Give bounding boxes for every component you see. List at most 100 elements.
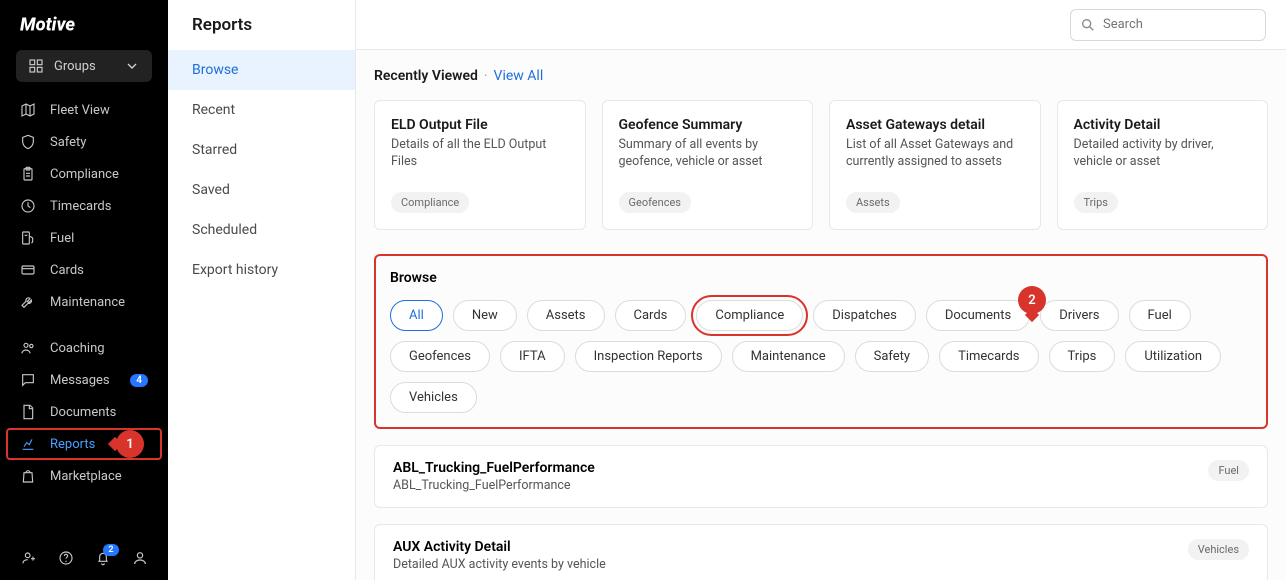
main: Reports Recently Viewed · View All ELD O… (356, 0, 1286, 580)
sidebar-item-coaching[interactable]: Coaching (0, 332, 168, 364)
sidebar-item-label: Messages (50, 373, 110, 388)
badge: 4 (130, 374, 148, 387)
filter-chip-compliance[interactable]: Compliance (696, 300, 803, 331)
notifications-icon[interactable]: 2 (95, 550, 111, 566)
filter-chip-drivers[interactable]: Drivers (1040, 300, 1118, 331)
sidebar-item-label: Fleet View (50, 103, 110, 118)
search-input[interactable] (1070, 9, 1266, 41)
sidebar-item-label: Cards (50, 263, 84, 278)
nav: Fleet View Safety Compliance Timecards Fuel C… (0, 94, 168, 536)
subnav-item-browse[interactable]: Browse (168, 50, 355, 90)
filter-chip-inspection-reports[interactable]: Inspection Reports (575, 341, 722, 372)
view-all-link[interactable]: View All (494, 68, 544, 84)
users-icon (20, 340, 36, 356)
card-icon (20, 262, 36, 278)
filter-chip-cards[interactable]: Cards (615, 300, 687, 331)
search-wrap (1070, 9, 1266, 41)
sidebar-item-label: Fuel (50, 231, 74, 246)
filter-chip-trips[interactable]: Trips (1049, 341, 1116, 372)
recent-cards-row: ELD Output File Details of all the ELD Ou… (374, 100, 1268, 230)
sidebar-item-label: Marketplace (50, 469, 122, 484)
doc-icon (20, 404, 36, 420)
filter-chip-utilization[interactable]: Utilization (1125, 341, 1221, 372)
browse-box: Browse All New Assets Cards Compliance Dispat… (374, 254, 1268, 429)
add-user-icon[interactable] (21, 550, 37, 566)
report-desc: Detailed AUX activity events by vehicle (393, 557, 606, 572)
help-icon[interactable] (58, 550, 74, 566)
content: Recently Viewed · View All ELD Output Fi… (356, 50, 1286, 580)
filter-chip-fuel[interactable]: Fuel (1129, 300, 1191, 331)
grid-icon (28, 58, 44, 74)
card-desc: Summary of all events by geofence, vehic… (619, 137, 797, 180)
sidebar-item-cards[interactable]: Cards (0, 254, 168, 286)
annotation-marker-2: 2 (1018, 286, 1046, 314)
sidebar-item-marketplace[interactable]: Marketplace (0, 460, 168, 492)
report-row[interactable]: ABL_Trucking_FuelPerformanceABL_Trucking… (374, 445, 1268, 508)
map-icon (20, 102, 36, 118)
sidebar-item-label: Timecards (50, 199, 111, 214)
wrench-icon (20, 294, 36, 310)
card-title: Activity Detail (1074, 117, 1252, 133)
filter-chip-vehicles[interactable]: Vehicles (390, 382, 477, 413)
filter-chip-safety[interactable]: Safety (855, 341, 929, 372)
filter-chip-assets[interactable]: Assets (527, 300, 605, 331)
brand-logo: Motive (0, 0, 168, 46)
filter-chip-all[interactable]: All (390, 300, 443, 331)
sidebar-item-label: Reports (50, 437, 95, 452)
sidebar-item-messages[interactable]: Messages 4 (0, 364, 168, 396)
subnav-item-export-history[interactable]: Export history (168, 250, 355, 290)
bottom-icons: 2 (0, 536, 168, 580)
sidebar-item-label: Documents (50, 405, 116, 420)
card-tag: Compliance (391, 192, 469, 213)
sidebar-item-documents[interactable]: Documents (0, 396, 168, 428)
filter-chip-ifta[interactable]: IFTA (500, 341, 565, 372)
filter-chip-geofences[interactable]: Geofences (390, 341, 490, 372)
report-title: AUX Activity Detail (393, 539, 606, 555)
card-tag: Geofences (619, 192, 691, 213)
shield-icon (20, 134, 36, 150)
svg-text:Motive: Motive (20, 15, 75, 36)
recent-card[interactable]: Asset Gateways detail List of all Asset G… (829, 100, 1041, 230)
recently-viewed-header: Recently Viewed · View All (374, 68, 1268, 84)
filter-chip-new[interactable]: New (453, 300, 517, 331)
subnav-item-recent[interactable]: Recent (168, 90, 355, 130)
sidebar-item-fuel[interactable]: Fuel (0, 222, 168, 254)
filter-row: All New Assets Cards Compliance Dispatches Doc… (390, 300, 1252, 413)
groups-button[interactable]: Groups (16, 50, 152, 82)
card-desc: List of all Asset Gateways and currently… (846, 137, 1024, 180)
sidebar-item-safety[interactable]: Safety (0, 126, 168, 158)
report-tag: Vehicles (1188, 539, 1249, 560)
recent-card[interactable]: Geofence Summary Summary of all events by… (602, 100, 814, 230)
topbar: Reports (356, 0, 1286, 50)
bag-icon (20, 468, 36, 484)
recent-card[interactable]: ELD Output File Details of all the ELD Ou… (374, 100, 586, 230)
page-title: Reports (192, 15, 252, 35)
browse-label: Browse (390, 270, 1252, 286)
card-tag: Trips (1074, 192, 1118, 213)
report-row[interactable]: AUX Activity Detail Detailed AUX activity… (374, 524, 1268, 580)
subnav-item-starred[interactable]: Starred (168, 130, 355, 170)
sidebar-item-fleet-view[interactable]: Fleet View (0, 94, 168, 126)
chart-icon (20, 436, 36, 452)
sidebar-item-maintenance[interactable]: Maintenance (0, 286, 168, 318)
sidebar-item-label: Safety (50, 135, 86, 150)
card-title: Asset Gateways detail (846, 117, 1024, 133)
filter-chip-timecards[interactable]: Timecards (939, 341, 1038, 372)
card-desc: Details of all the ELD Output Files (391, 137, 569, 180)
sidebar-item-timecards[interactable]: Timecards (0, 190, 168, 222)
filter-chip-dispatches[interactable]: Dispatches (813, 300, 916, 331)
recent-card[interactable]: Activity DetailDetailed activity by driv… (1057, 100, 1269, 230)
report-title: ABL_Trucking_FuelPerformance (393, 460, 595, 476)
annotation-marker-1: 1 (116, 430, 144, 458)
account-icon[interactable] (132, 550, 148, 566)
chat-icon (20, 372, 36, 388)
card-title: Geofence Summary (619, 117, 797, 133)
sidebar-item-compliance[interactable]: Compliance (0, 158, 168, 190)
subnav-item-scheduled[interactable]: Scheduled (168, 210, 355, 250)
notif-badge: 2 (103, 544, 118, 556)
filter-chip-maintenance[interactable]: Maintenance (732, 341, 845, 372)
card-title: ELD Output File (391, 117, 569, 133)
sidebar-item-label: Compliance (50, 167, 119, 182)
filter-chip-documents[interactable]: Documents (926, 300, 1030, 331)
subnav-item-saved[interactable]: Saved (168, 170, 355, 210)
